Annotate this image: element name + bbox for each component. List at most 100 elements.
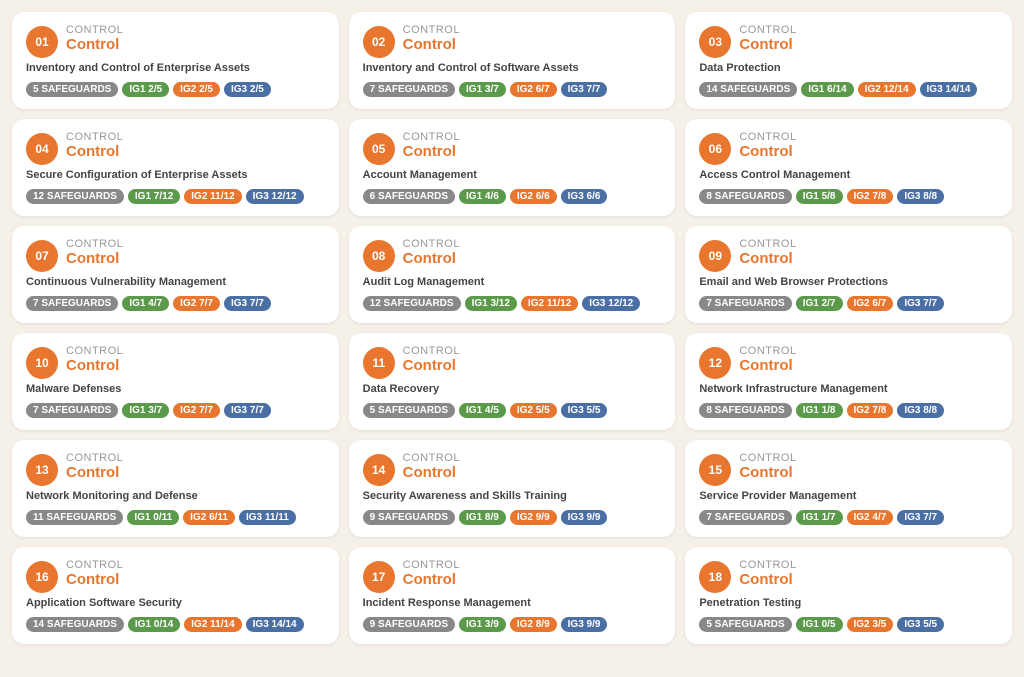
card-tags: 5 SAFEGUARDS IG1 2/5 IG2 2/5 IG3 2/5 xyxy=(26,82,325,97)
control-card-16[interactable]: 16 Control Control Application Software … xyxy=(12,547,339,644)
card-number: 07 xyxy=(26,240,58,272)
card-header: 07 Control Control xyxy=(26,238,325,272)
card-tags: 8 SAFEGUARDS IG1 1/8 IG2 7/8 IG3 8/8 xyxy=(699,403,998,418)
tag-ig2: IG2 12/14 xyxy=(858,82,916,97)
card-label: Control xyxy=(66,345,325,357)
tag-ig2: IG2 7/8 xyxy=(847,189,894,204)
tag-ig2: IG2 6/7 xyxy=(510,82,557,97)
card-label: Control xyxy=(739,131,998,143)
card-header: 17 Control Control xyxy=(363,559,662,593)
card-title: Control xyxy=(739,571,998,589)
card-tags: 12 SAFEGUARDS IG1 7/12 IG2 11/12 IG3 12/… xyxy=(26,189,325,204)
card-header: 15 Control Control xyxy=(699,452,998,486)
tag-ig2: IG2 7/8 xyxy=(847,403,894,418)
card-header: 09 Control Control xyxy=(699,238,998,272)
control-card-18[interactable]: 18 Control Control Penetration Testing 5… xyxy=(685,547,1012,644)
card-subtitle: Data Protection xyxy=(699,62,998,74)
tag-ig2: IG2 3/5 xyxy=(847,617,894,632)
card-number: 15 xyxy=(699,454,731,486)
tag-safeguards: 12 SAFEGUARDS xyxy=(26,189,124,204)
card-tags: 7 SAFEGUARDS IG1 4/7 IG2 7/7 IG3 7/7 xyxy=(26,296,325,311)
card-subtitle: Inventory and Control of Software Assets xyxy=(363,62,662,74)
control-card-17[interactable]: 17 Control Control Incident Response Man… xyxy=(349,547,676,644)
tag-ig1: IG1 6/14 xyxy=(801,82,853,97)
card-title: Control xyxy=(403,250,662,268)
card-tags: 9 SAFEGUARDS IG1 8/9 IG2 9/9 IG3 9/9 xyxy=(363,510,662,525)
card-tags: 5 SAFEGUARDS IG1 4/5 IG2 5/5 IG3 5/5 xyxy=(363,403,662,418)
card-subtitle: Network Monitoring and Defense xyxy=(26,490,325,502)
control-card-11[interactable]: 11 Control Control Data Recovery 5 SAFEG… xyxy=(349,333,676,430)
card-header: 04 Control Control xyxy=(26,131,325,165)
tag-ig3: IG3 7/7 xyxy=(897,510,944,525)
card-tags: 7 SAFEGUARDS IG1 3/7 IG2 7/7 IG3 7/7 xyxy=(26,403,325,418)
control-card-06[interactable]: 06 Control Control Access Control Manage… xyxy=(685,119,1012,216)
card-number: 11 xyxy=(363,347,395,379)
card-label: Control xyxy=(403,238,662,250)
card-title: Control xyxy=(66,571,325,589)
card-number: 12 xyxy=(699,347,731,379)
control-card-09[interactable]: 09 Control Control Email and Web Browser… xyxy=(685,226,1012,323)
control-card-14[interactable]: 14 Control Control Security Awareness an… xyxy=(349,440,676,537)
tag-safeguards: 11 SAFEGUARDS xyxy=(26,510,123,525)
tag-ig3: IG3 7/7 xyxy=(224,403,271,418)
card-label: Control xyxy=(403,345,662,357)
control-card-02[interactable]: 02 Control Control Inventory and Control… xyxy=(349,12,676,109)
card-label: Control xyxy=(403,559,662,571)
tag-safeguards: 9 SAFEGUARDS xyxy=(363,617,455,632)
tag-ig3: IG3 8/8 xyxy=(897,403,944,418)
control-card-05[interactable]: 05 Control Control Account Management 6 … xyxy=(349,119,676,216)
card-number: 18 xyxy=(699,561,731,593)
card-number: 13 xyxy=(26,454,58,486)
tag-safeguards: 14 SAFEGUARDS xyxy=(699,82,797,97)
card-header: 02 Control Control xyxy=(363,24,662,58)
tag-safeguards: 7 SAFEGUARDS xyxy=(363,82,455,97)
card-number: 01 xyxy=(26,26,58,58)
card-tags: 9 SAFEGUARDS IG1 3/9 IG2 8/9 IG3 9/9 xyxy=(363,617,662,632)
card-tags: 7 SAFEGUARDS IG1 1/7 IG2 4/7 IG3 7/7 xyxy=(699,510,998,525)
tag-ig3: IG3 9/9 xyxy=(561,617,608,632)
control-card-04[interactable]: 04 Control Control Secure Configuration … xyxy=(12,119,339,216)
control-card-08[interactable]: 08 Control Control Audit Log Management … xyxy=(349,226,676,323)
tag-ig2: IG2 6/11 xyxy=(183,510,235,525)
card-title: Control xyxy=(66,250,325,268)
control-card-12[interactable]: 12 Control Control Network Infrastructur… xyxy=(685,333,1012,430)
control-card-10[interactable]: 10 Control Control Malware Defenses 7 SA… xyxy=(12,333,339,430)
card-number: 03 xyxy=(699,26,731,58)
tag-ig2: IG2 11/12 xyxy=(521,296,578,311)
control-card-13[interactable]: 13 Control Control Network Monitoring an… xyxy=(12,440,339,537)
card-label: Control xyxy=(66,24,325,36)
card-subtitle: Continuous Vulnerability Management xyxy=(26,276,325,288)
card-label: Control xyxy=(403,131,662,143)
card-tags: 7 SAFEGUARDS IG1 3/7 IG2 6/7 IG3 7/7 xyxy=(363,82,662,97)
tag-safeguards: 9 SAFEGUARDS xyxy=(363,510,455,525)
control-card-15[interactable]: 15 Control Control Service Provider Mana… xyxy=(685,440,1012,537)
tag-ig3: IG3 5/5 xyxy=(897,617,944,632)
card-subtitle: Audit Log Management xyxy=(363,276,662,288)
tag-ig2: IG2 11/14 xyxy=(184,617,241,632)
tag-ig2: IG2 2/5 xyxy=(173,82,220,97)
card-title: Control xyxy=(739,464,998,482)
control-card-07[interactable]: 07 Control Control Continuous Vulnerabil… xyxy=(12,226,339,323)
tag-safeguards: 8 SAFEGUARDS xyxy=(699,189,791,204)
card-tags: 7 SAFEGUARDS IG1 2/7 IG2 6/7 IG3 7/7 xyxy=(699,296,998,311)
card-tags: 8 SAFEGUARDS IG1 5/8 IG2 7/8 IG3 8/8 xyxy=(699,189,998,204)
tag-ig1: IG1 5/8 xyxy=(796,189,843,204)
card-subtitle: Access Control Management xyxy=(699,169,998,181)
tag-ig1: IG1 1/7 xyxy=(796,510,843,525)
card-title: Control xyxy=(403,36,662,54)
tag-ig3: IG3 2/5 xyxy=(224,82,271,97)
control-card-03[interactable]: 03 Control Control Data Protection 14 SA… xyxy=(685,12,1012,109)
tag-ig3: IG3 14/14 xyxy=(920,82,978,97)
card-title: Control xyxy=(403,464,662,482)
card-header: 12 Control Control xyxy=(699,345,998,379)
tag-ig1: IG1 2/7 xyxy=(796,296,843,311)
card-subtitle: Penetration Testing xyxy=(699,597,998,609)
tag-ig1: IG1 4/5 xyxy=(459,403,506,418)
tag-safeguards: 5 SAFEGUARDS xyxy=(699,617,791,632)
card-label: Control xyxy=(66,559,325,571)
tag-ig1: IG1 3/7 xyxy=(459,82,506,97)
tag-ig1: IG1 3/9 xyxy=(459,617,506,632)
tag-safeguards: 14 SAFEGUARDS xyxy=(26,617,124,632)
card-header: 10 Control Control xyxy=(26,345,325,379)
control-card-01[interactable]: 01 Control Control Inventory and Control… xyxy=(12,12,339,109)
